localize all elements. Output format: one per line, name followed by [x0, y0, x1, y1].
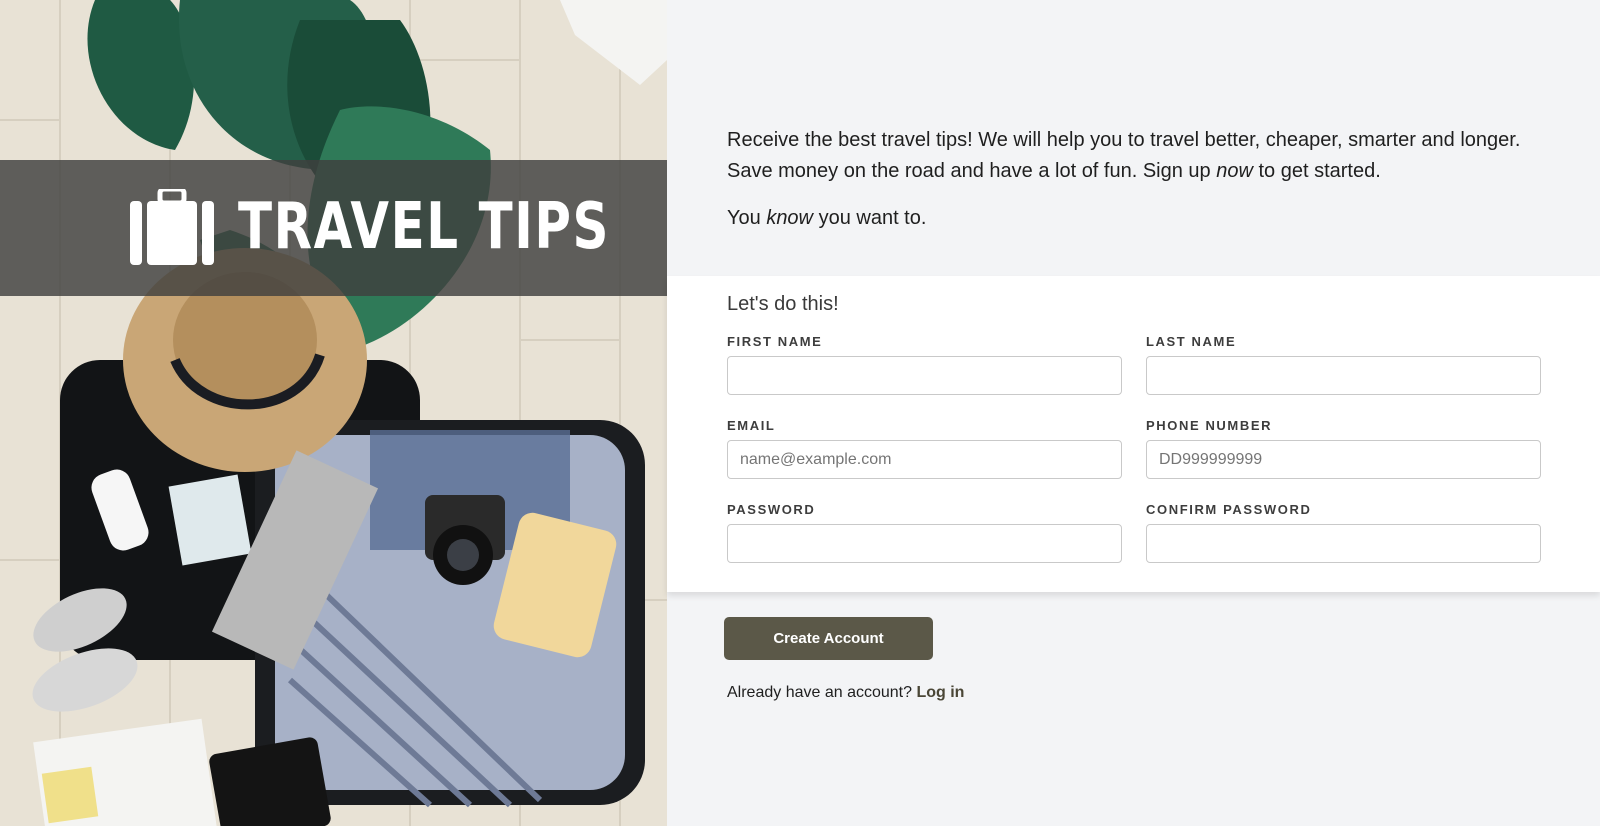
intro-text-part: Receive the best travel tips! We will he… — [727, 129, 1521, 182]
phone-label: PHONE NUMBER — [1146, 418, 1273, 433]
travel-flatlay-illustration — [0, 0, 667, 826]
tagline-emphasis: know — [766, 207, 814, 229]
email-input[interactable] — [727, 440, 1122, 479]
password-label: PASSWORD — [727, 502, 816, 517]
confirm-password-input[interactable] — [1146, 524, 1541, 563]
last-name-label: LAST NAME — [1146, 334, 1237, 349]
intro-tagline: You know you want to. — [727, 203, 1547, 234]
brand-banner: TRAVEL TIPS — [0, 160, 667, 296]
first-name-field-group: FIRST NAME — [727, 331, 1122, 395]
hero-image-panel: TRAVEL TIPS — [0, 0, 667, 826]
suitcase-icon — [130, 189, 214, 265]
first-name-input[interactable] — [727, 356, 1122, 395]
confirm-password-field-group: CONFIRM PASSWORD — [1146, 499, 1541, 563]
confirm-password-label: CONFIRM PASSWORD — [1146, 502, 1312, 517]
phone-input[interactable] — [1146, 440, 1541, 479]
password-input[interactable] — [727, 524, 1122, 563]
first-name-label: FIRST NAME — [727, 334, 823, 349]
phone-field-group: PHONE NUMBER — [1146, 415, 1541, 479]
form-title: Let's do this! — [727, 293, 839, 315]
email-field-group: EMAIL — [727, 415, 1122, 479]
tagline-text-part: You — [727, 207, 767, 229]
tagline-text-part: you want to. — [813, 207, 927, 229]
signup-panel: Receive the best travel tips! We will he… — [667, 0, 1600, 826]
intro-text-part: to get started. — [1252, 160, 1381, 182]
password-field-group: PASSWORD — [727, 499, 1122, 563]
last-name-input[interactable] — [1146, 356, 1541, 395]
brand-name: TRAVEL TIPS — [238, 190, 610, 264]
login-prompt: Already have an account? Log in — [727, 684, 964, 702]
intro-text: Receive the best travel tips! We will he… — [727, 125, 1547, 250]
intro-emphasis: now — [1216, 160, 1253, 182]
intro-paragraph: Receive the best travel tips! We will he… — [727, 125, 1547, 187]
signup-form: Let's do this! FIRST NAME LAST NAME EMAI… — [667, 276, 1600, 592]
create-account-button[interactable]: Create Account — [724, 617, 933, 660]
last-name-field-group: LAST NAME — [1146, 331, 1541, 395]
email-label: EMAIL — [727, 418, 776, 433]
login-link[interactable]: Log in — [916, 684, 964, 701]
login-prompt-text: Already have an account? — [727, 684, 913, 701]
